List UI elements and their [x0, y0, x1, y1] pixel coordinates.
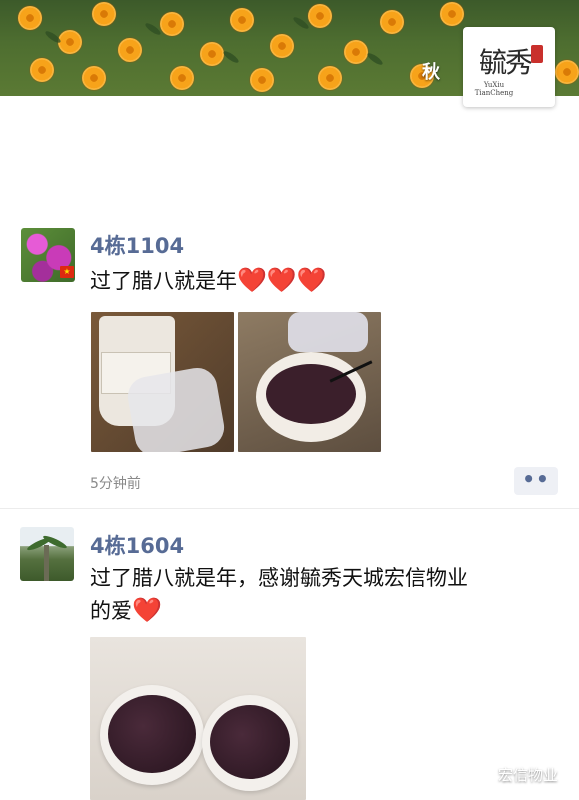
cover-flower — [160, 12, 184, 36]
heart-emoji-icon: ❤️❤️❤️ — [237, 266, 327, 294]
cover-flower — [118, 38, 142, 62]
post-text-content: 的爱 — [90, 599, 132, 623]
cover-flower — [18, 6, 42, 30]
author-name[interactable]: 4栋1104 — [90, 230, 184, 260]
bowl-image — [202, 695, 298, 791]
heart-emoji-icon: ❤️ — [132, 596, 162, 624]
cover-flower — [270, 34, 294, 58]
wechat-icon — [470, 766, 492, 783]
palm-trunk — [44, 545, 49, 581]
cover-flower — [250, 68, 274, 92]
cover-flower — [30, 58, 54, 82]
post-text: 过了腊八就是年，感谢毓秀天城宏信物业 的爱❤️ — [90, 562, 560, 627]
cover-flower — [344, 40, 368, 64]
cover-flower — [230, 8, 254, 32]
porridge-image — [210, 705, 290, 779]
cover-caption: 秋 — [422, 62, 440, 83]
cover-flower — [58, 30, 82, 54]
cover-flower — [200, 42, 224, 66]
post-photo[interactable] — [90, 637, 306, 800]
plastic-bag-image — [288, 312, 368, 352]
post-text-line-2: 的爱❤️ — [90, 594, 560, 627]
post-divider — [0, 508, 579, 509]
porridge-image — [108, 695, 196, 773]
bowl-image — [100, 685, 204, 785]
post-photo[interactable] — [91, 312, 234, 452]
logo-english-text: YuXiu TianCheng — [474, 81, 514, 97]
post-timestamp: 5分钟前 — [90, 476, 141, 492]
cover-leaf — [365, 51, 385, 67]
account-logo[interactable]: 毓秀 YuXiu TianCheng — [463, 27, 555, 107]
cover-flower — [318, 66, 342, 90]
post-text-content: 过了腊八就是年 — [90, 269, 237, 293]
author-name[interactable]: 4栋1604 — [90, 530, 184, 560]
post-photo[interactable] — [238, 312, 381, 452]
china-flag-icon: ★ — [60, 266, 74, 278]
cover-flower — [308, 4, 332, 28]
cover-flower — [82, 66, 106, 90]
cover-flower — [440, 2, 464, 26]
post-text: 过了腊八就是年❤️❤️❤️ — [90, 264, 327, 297]
cover-flower — [92, 2, 116, 26]
post-text-line: 过了腊八就是年，感谢毓秀天城宏信物业 — [90, 566, 468, 590]
avatar[interactable] — [20, 527, 74, 581]
wechat-watermark: 宏信物业 — [470, 764, 558, 785]
more-options-button[interactable]: •• — [514, 467, 558, 495]
cover-flower — [555, 60, 579, 84]
cover-flower — [170, 66, 194, 90]
plastic-bag-image — [124, 364, 228, 452]
cover-leaf — [221, 49, 241, 65]
logo-seal-icon — [531, 45, 543, 63]
watermark-text: 宏信物业 — [498, 766, 559, 784]
cover-flower — [380, 10, 404, 34]
logo-chinese-text: 毓秀 — [479, 46, 533, 79]
